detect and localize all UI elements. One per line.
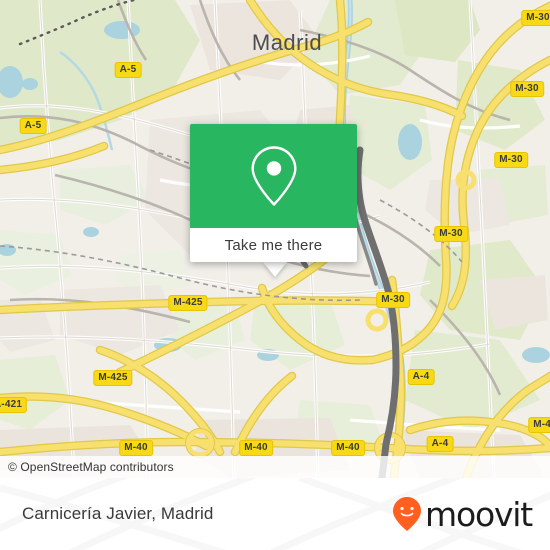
map-pin-icon xyxy=(251,146,296,206)
popup-image-area xyxy=(190,124,357,228)
road-shield: M-40 xyxy=(331,440,365,456)
road-shield: M-425 xyxy=(168,295,208,311)
moovit-wordmark: moovit xyxy=(425,494,533,534)
road-shield: M-30 xyxy=(510,81,544,97)
road-shield: A-421 xyxy=(0,397,28,413)
road-shield: M-30 xyxy=(494,152,528,168)
popup-tail xyxy=(263,262,287,277)
road-shield: M-30 xyxy=(521,10,550,26)
road-shield: M-30 xyxy=(376,292,410,308)
map-attribution: © OpenStreetMap contributors xyxy=(0,456,550,478)
road-shield: M-30 xyxy=(434,226,468,242)
attribution-text: © OpenStreetMap contributors xyxy=(8,460,174,474)
city-label: Madrid xyxy=(251,30,323,55)
road-shield: M-425 xyxy=(93,370,133,386)
road-shield: M-40 xyxy=(239,440,273,456)
footer-content: Carnicería Javier, Madrid moovit xyxy=(0,478,550,550)
location-popup-card[interactable]: Take me there xyxy=(190,124,357,262)
moovit-logo[interactable]: moovit xyxy=(392,494,533,534)
road-shield: A-5 xyxy=(19,118,47,134)
moovit-map-screenshot: Madrid A-5 A-5 M-30 M-30 M-30 M-30 M-30 M-425 M-… xyxy=(0,0,550,550)
moovit-pin-icon xyxy=(393,497,422,531)
place-name: Carnicería Javier, Madrid xyxy=(22,504,214,523)
road-shield: M-40 xyxy=(119,440,153,456)
take-me-there-button[interactable]: Take me there xyxy=(190,228,357,262)
take-me-there-label: Take me there xyxy=(224,236,323,254)
road-shield: A-5 xyxy=(114,62,142,78)
road-shield: A-4 xyxy=(426,436,454,452)
road-shield: A-4 xyxy=(407,369,435,385)
road-shield: M-40 xyxy=(528,417,550,433)
footer-bar: Carnicería Javier, Madrid moovit xyxy=(0,478,550,550)
